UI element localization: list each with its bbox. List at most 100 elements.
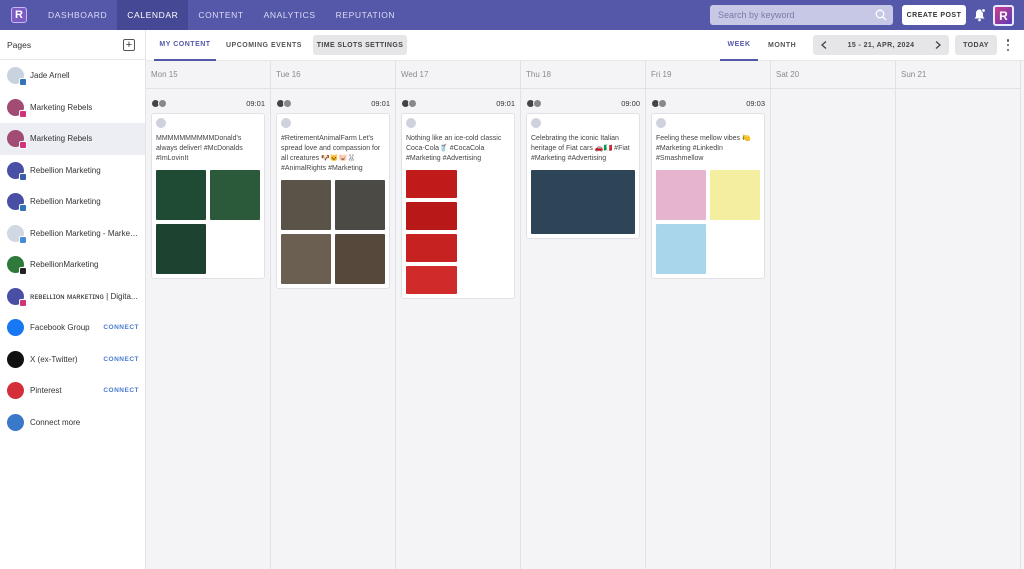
day-column[interactable]: Fri 19 09:03 Feeling these mellow vibes 🍋 …	[646, 61, 771, 569]
search-input[interactable]	[718, 10, 868, 20]
sidebar-page-item[interactable]: Facebook Group CONNECT	[0, 312, 145, 344]
chevron-right-icon[interactable]	[933, 40, 943, 50]
post-caption: Nothing like an ice-cold classic Coca-Co…	[406, 135, 502, 162]
post-caption: #RetirementAnimalFarm Let's spread love …	[281, 135, 381, 172]
post-caption: Feeling these mellow vibes 🍋 #Marketing …	[656, 135, 751, 162]
day-column[interactable]: Mon 15 09:01 MMMMMMMMMMDonald's always del…	[146, 61, 271, 569]
post-image-thumbnail[interactable]	[156, 224, 206, 274]
sidebar-page-item[interactable]: Rebellion Marketing - Marketi...	[0, 218, 145, 250]
more-options-icon[interactable]	[1005, 39, 1011, 51]
page-name: Marketing Rebels	[30, 102, 93, 112]
post-accounts	[276, 98, 292, 108]
chevron-left-icon[interactable]	[819, 40, 829, 50]
account-avatar-icon	[158, 98, 167, 108]
network-badge-icon	[19, 235, 27, 244]
sidebar-page-item[interactable]: X (ex-Twitter) CONNECT	[0, 344, 145, 376]
post-media-grid	[531, 170, 635, 234]
nav-content[interactable]: CONTENT	[188, 0, 253, 30]
post-image-thumbnail[interactable]	[281, 180, 331, 230]
post-caption: MMMMMMMMMMDonald's always deliver! #McDo…	[156, 135, 243, 162]
post-accounts	[401, 98, 417, 108]
post-image-thumbnail[interactable]	[156, 170, 206, 220]
logo-icon: R	[11, 7, 27, 23]
today-button[interactable]: TODAY	[955, 35, 997, 55]
date-range-navigator: 15 - 21, APR, 2024	[813, 35, 949, 55]
create-post-button[interactable]: CREATE POST	[902, 5, 966, 25]
sidebar-page-item[interactable]: Rebellion Marketing	[0, 186, 145, 218]
post-image-thumbnail[interactable]	[406, 266, 457, 294]
day-column[interactable]: Sun 21	[896, 61, 1021, 569]
user-avatar[interactable]: R	[993, 5, 1014, 26]
network-badge-icon	[19, 267, 27, 276]
post-image-thumbnail[interactable]	[406, 202, 457, 230]
sidebar-page-item[interactable]: Marketing Rebels	[0, 123, 145, 155]
app-logo[interactable]: R	[0, 0, 38, 30]
sidebar-page-item[interactable]: Pinterest CONNECT	[0, 375, 145, 407]
page-avatar	[7, 193, 27, 213]
day-column[interactable]: Tue 16 09:01 #RetirementAnimalFarm Let's s…	[271, 61, 396, 569]
connect-link[interactable]: CONNECT	[103, 356, 139, 363]
post-card[interactable]: Celebrating the iconic Italian heritage …	[526, 113, 640, 239]
post-card[interactable]: #RetirementAnimalFarm Let's spread love …	[276, 113, 390, 289]
view-week-toggle[interactable]: WEEK	[720, 30, 758, 61]
connect-link[interactable]: CONNECT	[103, 324, 139, 331]
post-meta: 09:03	[651, 97, 765, 109]
connect-link[interactable]: CONNECT	[103, 387, 139, 394]
day-column[interactable]: Sat 20	[771, 61, 896, 569]
nav-calendar[interactable]: CALENDAR	[117, 0, 189, 30]
nav-dashboard[interactable]: DASHBOARD	[38, 0, 117, 30]
nav-analytics[interactable]: ANALYTICS	[254, 0, 326, 30]
nav-reputation[interactable]: REPUTATION	[326, 0, 406, 30]
post-media-grid	[406, 170, 510, 294]
post-time: 09:03	[746, 98, 765, 108]
post-card[interactable]: MMMMMMMMMMDonald's always deliver! #McDo…	[151, 113, 265, 279]
page-name: Facebook Group	[30, 323, 90, 333]
post-image-thumbnail[interactable]	[710, 170, 760, 220]
page-name: Connect more	[30, 417, 81, 427]
post-image-thumbnail[interactable]	[210, 170, 260, 220]
network-icon	[531, 118, 541, 128]
post-meta: 09:00	[526, 97, 640, 109]
notification-bell-icon[interactable]	[973, 8, 986, 22]
date-range-label: 15 - 21, APR, 2024	[847, 41, 915, 49]
post-card[interactable]: Nothing like an ice-cold classic Coca-Co…	[401, 113, 515, 299]
network-badge-icon	[19, 78, 27, 87]
add-page-icon[interactable]: +	[123, 38, 135, 51]
sidebar-page-item[interactable]: RebellionMarketing	[0, 249, 145, 281]
post-image-thumbnail[interactable]	[335, 234, 385, 284]
sidebar-page-item[interactable]: Connect more	[0, 407, 145, 439]
time-slots-settings-button[interactable]: TIME SLOTS SETTINGS	[313, 35, 407, 55]
day-header: Mon 15	[146, 61, 270, 89]
day-column[interactable]: Wed 17 09:01 Nothing like an ice-cold clas…	[396, 61, 521, 569]
account-avatar-icon	[533, 98, 542, 108]
post-image-thumbnail[interactable]	[335, 180, 385, 230]
post-image-thumbnail[interactable]	[406, 234, 457, 262]
tab-my-content[interactable]: MY CONTENT	[154, 30, 216, 61]
post-image-thumbnail[interactable]	[281, 234, 331, 284]
sidebar-page-item[interactable]: Marketing Rebels	[0, 92, 145, 124]
post-slot: 09:01 Nothing like an ice-cold classic Co…	[396, 97, 520, 299]
sidebar-page-item[interactable]: ʀᴇʙᴇʟʟɪᴏɴ ᴍᴀʀᴋᴇᴛɪɴɢ | Digita...	[0, 281, 145, 313]
page-name: Pinterest	[30, 386, 62, 396]
post-image-thumbnail[interactable]	[531, 170, 635, 234]
sidebar-page-item[interactable]: Jade Arnell	[0, 60, 145, 92]
post-time: 09:01	[371, 98, 390, 108]
network-icon	[281, 118, 291, 128]
post-image-thumbnail[interactable]	[656, 170, 706, 220]
post-image-thumbnail[interactable]	[406, 170, 457, 198]
view-month-toggle[interactable]: MONTH	[768, 30, 796, 61]
page-name: Rebellion Marketing	[30, 197, 101, 207]
post-image-thumbnail[interactable]	[656, 224, 706, 274]
tab-upcoming-events[interactable]: UPCOMING EVENTS	[226, 30, 302, 61]
account-avatar-icon	[408, 98, 417, 108]
search-icon[interactable]	[875, 9, 887, 21]
day-column[interactable]: Thu 18 09:00 Celebrating the iconic Italia…	[521, 61, 646, 569]
day-header: Fri 19	[646, 61, 770, 89]
sidebar-page-item[interactable]: Rebellion Marketing	[0, 155, 145, 187]
post-slot: 09:00 Celebrating the iconic Italian heri…	[521, 97, 645, 239]
post-card[interactable]: Feeling these mellow vibes 🍋 #Marketing …	[651, 113, 765, 279]
post-accounts	[651, 98, 667, 108]
page-avatar	[7, 130, 27, 150]
post-time: 09:01	[496, 98, 515, 108]
post-accounts	[526, 98, 542, 108]
